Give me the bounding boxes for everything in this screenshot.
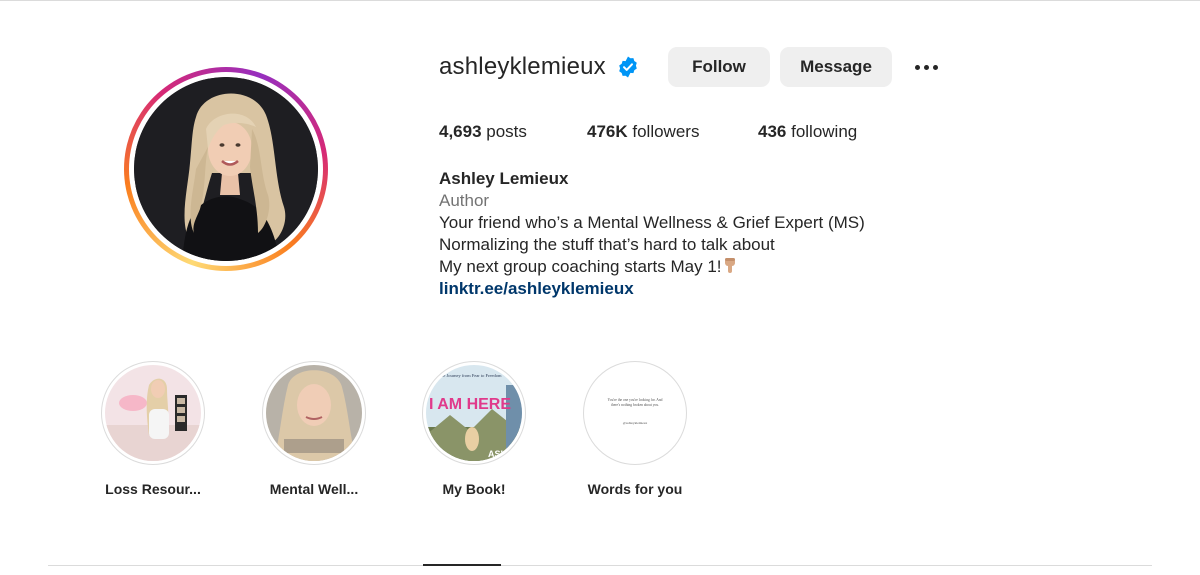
pointing-down-emoji bbox=[724, 258, 735, 273]
avatar-gap bbox=[129, 72, 323, 266]
bio-link[interactable]: linktr.ee/ashleyklemieux bbox=[439, 278, 865, 300]
bio-line-2: Normalizing the stuff that’s hard to tal… bbox=[439, 235, 775, 254]
highlight-cover-image bbox=[105, 365, 201, 461]
followers-label: followers bbox=[627, 122, 700, 141]
book-tagline: The Journey from Fear to Freedom bbox=[438, 373, 502, 378]
following-label: following bbox=[786, 122, 858, 141]
highlight-ring bbox=[262, 361, 366, 465]
highlight-cover bbox=[266, 365, 362, 461]
highlight-cover bbox=[105, 365, 201, 461]
dot bbox=[923, 64, 929, 70]
highlight-label: Loss Resour... bbox=[105, 481, 201, 497]
highlight-label: Words for you bbox=[587, 481, 683, 497]
highlight-label: Mental Well... bbox=[269, 481, 359, 497]
highlight-loss-resources[interactable]: Loss Resour... bbox=[100, 361, 206, 497]
following-count[interactable]: 436 following bbox=[758, 122, 857, 142]
dot bbox=[914, 64, 920, 70]
username-row: ashleyklemieux bbox=[439, 47, 640, 87]
highlight-ring: The Journey from Fear to Freedom I AM HE… bbox=[422, 361, 526, 465]
bio-line-1: Your friend who’s a Mental Wellness & Gr… bbox=[439, 213, 865, 232]
username: ashleyklemieux bbox=[439, 53, 606, 80]
followers-count[interactable]: 476K followers bbox=[587, 122, 699, 142]
posts-count: 4,693 posts bbox=[439, 122, 527, 142]
words-cover-text: You're the one you're looking for. And t… bbox=[607, 398, 663, 407]
tabs-divider bbox=[48, 565, 1152, 566]
highlight-cover: The Journey from Fear to Freedom I AM HE… bbox=[426, 365, 522, 461]
full-name: Ashley Lemieux bbox=[439, 169, 569, 188]
book-title: I AM HERE bbox=[429, 396, 511, 413]
book-author: ASHL bbox=[488, 449, 513, 459]
highlight-ring bbox=[101, 361, 205, 465]
highlight-label: My Book! bbox=[442, 481, 506, 497]
highlight-words-for-you[interactable]: You're the one you're looking for. And t… bbox=[582, 361, 688, 497]
message-button[interactable]: Message bbox=[780, 47, 892, 87]
dot bbox=[932, 64, 938, 70]
highlight-cover-image: The Journey from Fear to Freedom I AM HE… bbox=[426, 365, 522, 461]
category-label: Author bbox=[439, 191, 490, 210]
bio-line-3-text: My next group coaching starts May 1! bbox=[439, 257, 722, 276]
words-cover-signature: @ashleyklemieux bbox=[622, 421, 648, 425]
avatar bbox=[134, 77, 318, 261]
bio-line-3: My next group coaching starts May 1! bbox=[439, 256, 865, 278]
highlight-cover-image bbox=[266, 365, 362, 461]
followers-number: 476K bbox=[587, 122, 628, 141]
highlight-cover: You're the one you're looking for. And t… bbox=[587, 365, 683, 461]
posts-number: 4,693 bbox=[439, 122, 482, 141]
highlight-mental-wellness[interactable]: Mental Well... bbox=[261, 361, 367, 497]
verified-badge-icon bbox=[619, 56, 637, 78]
profile-avatar-story-ring[interactable] bbox=[124, 67, 328, 271]
more-options-icon[interactable] bbox=[906, 57, 946, 77]
highlight-my-book[interactable]: The Journey from Fear to Freedom I AM HE… bbox=[421, 361, 527, 497]
posts-label: posts bbox=[481, 122, 527, 141]
top-divider bbox=[0, 0, 1200, 1]
active-tab-indicator bbox=[423, 564, 501, 566]
following-number: 436 bbox=[758, 122, 787, 141]
bio: Ashley Lemieux Author Your friend who’s … bbox=[439, 168, 865, 300]
avatar-photo bbox=[134, 77, 318, 261]
follow-button[interactable]: Follow bbox=[668, 47, 770, 87]
highlight-ring: You're the one you're looking for. And t… bbox=[583, 361, 687, 465]
